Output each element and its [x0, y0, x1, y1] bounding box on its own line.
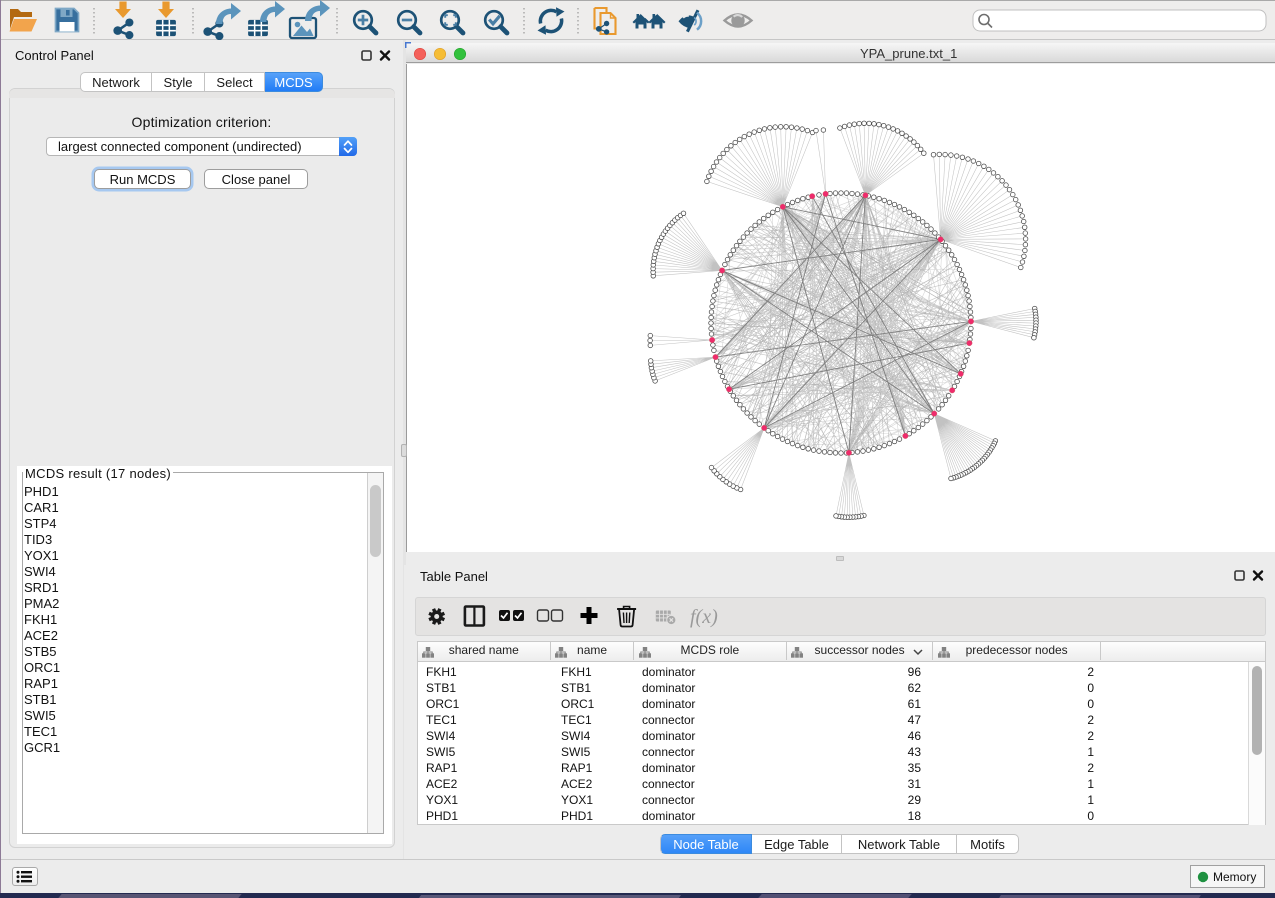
svg-text:f(x): f(x)	[690, 606, 718, 628]
